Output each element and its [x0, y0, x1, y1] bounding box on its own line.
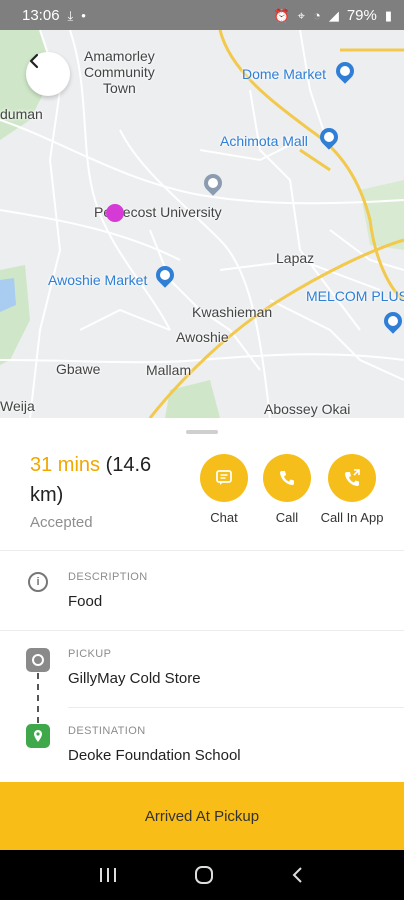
route-connector [37, 673, 39, 723]
destination-value: Deoke Foundation School [68, 747, 241, 764]
description-value: Food [68, 593, 103, 610]
call-in-app-button-circle[interactable] [328, 454, 376, 502]
back-nav-icon[interactable] [289, 866, 307, 884]
chat-icon [216, 470, 232, 485]
pickup-value: GillyMay Cold Store [68, 670, 201, 687]
map[interactable]: Amamorley Community Town duman Dome Mark… [0, 30, 404, 418]
dot-icon: • [81, 7, 86, 23]
map-label-mallam: Mallam [146, 362, 192, 378]
divider [0, 550, 404, 551]
signal-icon: ◢ [328, 7, 339, 23]
info-icon: i [28, 572, 48, 592]
map-label-awoshie: Awoshie [176, 329, 229, 345]
map-label-duman: duman [0, 106, 43, 122]
call-in-app-label: Call In App [320, 510, 384, 525]
arrived-at-pickup-button[interactable]: Arrived At Pickup [0, 782, 404, 850]
call-in-app-button[interactable]: Call In App [312, 454, 392, 525]
wifi-icon: ◔ [312, 7, 321, 23]
map-label-gbawe: Gbawe [56, 361, 101, 377]
sheet-drag-handle[interactable] [186, 430, 218, 434]
map-label-amamorley: Amamorley Community Town [84, 48, 155, 96]
destination-pin-glyph [34, 730, 42, 742]
description-label: DESCRIPTION [68, 571, 148, 583]
battery-level: 79% [346, 6, 377, 24]
alarm-icon: ⏰ [273, 7, 290, 23]
destination-label: DESTINATION [68, 725, 146, 737]
home-icon[interactable] [193, 864, 215, 886]
pickup-label: PICKUP [68, 648, 112, 660]
map-label-dome-market: Dome Market [242, 66, 327, 82]
status-bar: 13:06 ⤓ • ⏰ ⌖ ◔ ◢ 79% ▮ [0, 0, 404, 30]
eta-time: 31 mins [30, 454, 101, 476]
divider [0, 630, 404, 631]
map-label-melcom: MELCOM PLUS [306, 288, 404, 304]
location-icon: ⌖ [297, 7, 305, 23]
battery-icon: ▮ [384, 7, 392, 23]
recent-apps-icon[interactable] [97, 866, 119, 884]
phone-app-icon [345, 469, 360, 486]
map-label-kwashieman: Kwashieman [192, 304, 273, 320]
chat-button-circle[interactable] [200, 454, 248, 502]
clock: 13:06 [22, 6, 60, 24]
trip-status: Accepted [30, 514, 93, 531]
driver-marker-icon [106, 204, 124, 222]
pickup-icon [26, 648, 50, 672]
map-label-achimota-mall: Achimota Mall [220, 133, 308, 149]
map-label-abossey: Abossey Okai [264, 401, 351, 417]
system-nav-bar [0, 850, 404, 900]
trip-sheet: 31 mins (14.6 km) Accepted Chat Call Cal… [0, 418, 404, 782]
map-label-weija: Weija [0, 398, 35, 414]
phone-icon [280, 471, 294, 485]
map-label-lapaz: Lapaz [276, 250, 315, 266]
back-button[interactable] [26, 52, 70, 96]
call-button-circle[interactable] [263, 454, 311, 502]
map-label-awoshie-market: Awoshie Market [48, 272, 148, 288]
eta: 31 mins (14.6 km) [30, 450, 190, 510]
destination-pin-icon [26, 724, 50, 748]
download-icon: ⤓ [67, 7, 74, 23]
divider [68, 707, 404, 708]
back-arrow-icon [29, 53, 39, 69]
